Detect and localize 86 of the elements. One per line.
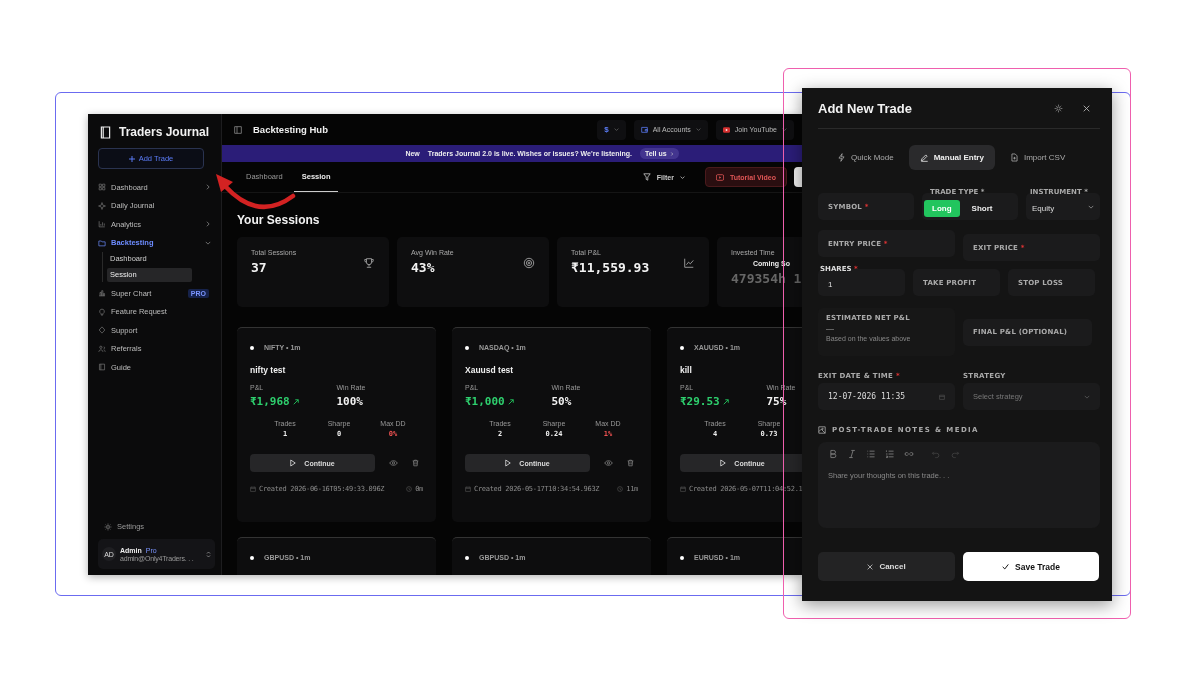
mode-tab[interactable]: Quick Mode: [826, 145, 905, 170]
stat-value: 37: [251, 260, 268, 275]
page-title: Backtesting Hub: [253, 124, 328, 135]
calendar-icon: [680, 486, 686, 492]
pnl-value: ₹1,000: [465, 395, 505, 408]
status-dot: [680, 555, 684, 560]
play-icon: [720, 459, 727, 467]
section-heading: Your Sessions: [237, 213, 321, 227]
file-icon: [1009, 153, 1019, 162]
link-icon[interactable]: [904, 449, 914, 459]
mode-tab[interactable]: Import CSV: [998, 145, 1077, 170]
folder-icon: [98, 238, 106, 247]
calendar-icon: [465, 486, 471, 492]
diamond-icon: [98, 326, 106, 335]
expand-icon: [206, 550, 211, 558]
wallet-icon: [640, 126, 648, 133]
view-icon[interactable]: [604, 460, 613, 466]
trend-up-icon: [292, 398, 299, 405]
chevron-icon: [669, 151, 674, 156]
pnl-value: ₹1,968: [250, 395, 290, 408]
list-icon[interactable]: [866, 449, 876, 459]
sidebar-toggle-icon[interactable]: [234, 125, 242, 134]
chevron-icon: [1084, 393, 1090, 400]
bolt-icon: [837, 153, 846, 162]
mode-tab[interactable]: Manual Entry: [908, 145, 995, 170]
chart-icon: [98, 220, 106, 229]
play-icon: [722, 126, 730, 133]
bar-chart-icon: [98, 289, 106, 298]
image-icon: [818, 426, 826, 434]
estimate-value: —: [826, 324, 835, 333]
clock-icon: [617, 486, 624, 492]
chevron-icon: [1088, 203, 1094, 210]
settings-icon: [104, 522, 112, 531]
session-name: nifty test: [250, 365, 287, 375]
clock-icon: [406, 486, 413, 492]
grid-icon: [98, 183, 106, 192]
chevron-icon: [613, 127, 619, 132]
trade-type-option[interactable]: Short: [963, 200, 1001, 217]
trend-up-icon: [722, 398, 729, 405]
status-dot: [465, 345, 469, 350]
notebook-icon: [100, 125, 111, 139]
cancel-button[interactable]: Cancel: [818, 552, 955, 581]
session-name: Xauusd test: [465, 365, 515, 375]
checkmark-icon: [1002, 563, 1010, 570]
bold-icon[interactable]: [828, 449, 838, 459]
win-rate-value: 50%: [551, 395, 573, 408]
video-icon: [715, 173, 724, 181]
pencil-icon: [919, 153, 929, 162]
save-trade-button[interactable]: Save Trade: [963, 552, 1099, 581]
funnel-icon: [642, 173, 651, 181]
book-icon: [98, 363, 106, 372]
stat-value: ₹11,559.93: [571, 260, 651, 275]
trend-up-icon: [507, 398, 514, 405]
calendar-icon: [939, 393, 945, 400]
people-icon: [98, 344, 106, 353]
exit-date-field[interactable]: 12-07-2026 11:35: [818, 383, 955, 410]
line-chart-icon: [683, 257, 695, 269]
app-title: Traders Journal: [119, 125, 210, 139]
dialog-title: Add New Trade: [818, 100, 913, 116]
chevron-icon: [695, 127, 701, 132]
close-icon: [867, 563, 874, 570]
plus-icon: [128, 155, 135, 162]
sparkle-icon: [98, 201, 106, 210]
win-rate-value: 100%: [336, 395, 364, 408]
settings-icon[interactable]: [1054, 103, 1063, 113]
status-dot: [250, 555, 254, 560]
status-dot: [680, 345, 684, 350]
chevron-icon: [679, 174, 685, 180]
numbered-list-icon[interactable]: [885, 449, 895, 459]
chevron-icon: [782, 127, 787, 132]
calendar-icon: [250, 486, 256, 492]
close-icon[interactable]: [1083, 104, 1090, 112]
session-name: kill: [680, 365, 693, 375]
trophy-icon: [363, 257, 375, 269]
status-dot: [250, 345, 254, 350]
pnl-value: ₹29.53: [680, 395, 720, 408]
play-icon: [290, 459, 297, 467]
target-icon: [523, 257, 535, 269]
delete-icon[interactable]: [412, 459, 419, 467]
view-icon[interactable]: [389, 460, 398, 466]
currency-selector[interactable]: $: [597, 119, 626, 140]
delete-icon[interactable]: [627, 459, 634, 467]
play-icon: [505, 459, 512, 467]
italic-icon[interactable]: [847, 449, 857, 459]
status-dot: [465, 555, 469, 560]
stat-value: 43%: [411, 260, 436, 275]
